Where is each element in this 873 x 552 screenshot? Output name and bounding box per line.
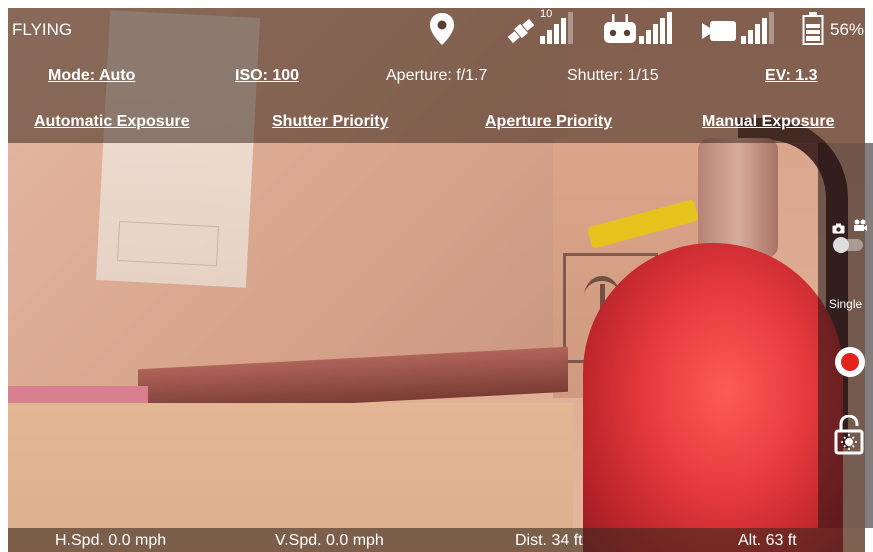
video-camera-icon	[853, 219, 868, 237]
feed-extinguisher-neck	[698, 138, 778, 258]
telemetry-bar: H.Spd. 0.0 mph V.Spd. 0.0 mph Dist. 34 f…	[8, 528, 865, 552]
remote-controller-icon[interactable]	[603, 14, 637, 49]
altitude: Alt. 63 ft	[738, 532, 797, 549]
battery-icon[interactable]	[802, 12, 824, 51]
unlock-exposure-icon[interactable]	[834, 414, 864, 460]
video-link-icon[interactable]	[701, 20, 737, 47]
mode-setting[interactable]: Mode: Auto	[48, 67, 135, 85]
exposure-settings-bar: Mode: Auto ISO: 100 Aperture: f/1.7 Shut…	[8, 53, 865, 99]
vertical-speed: V.Spd. 0.0 mph	[275, 532, 384, 549]
automatic-exposure-button[interactable]: Automatic Exposure	[34, 113, 190, 131]
exposure-mode-selector: Automatic Exposure Shutter Priority Aper…	[8, 99, 865, 143]
record-button[interactable]	[835, 347, 865, 377]
video-signal-bars	[741, 12, 774, 44]
shutter-priority-button[interactable]: Shutter Priority	[272, 113, 388, 131]
aperture-value: Aperture: f/1.7	[386, 67, 488, 84]
satellite-icon	[505, 16, 537, 51]
manual-exposure-button[interactable]: Manual Exposure	[702, 113, 834, 131]
flight-status: FLYING	[12, 20, 73, 39]
shutter-value: Shutter: 1/15	[567, 67, 659, 84]
distance: Dist. 34 ft	[515, 532, 583, 549]
shoot-mode-label[interactable]: Single	[818, 297, 873, 311]
iso-setting[interactable]: ISO: 100	[235, 67, 299, 85]
camera-control-panel: Single	[818, 143, 873, 528]
location-pin-icon[interactable]	[428, 12, 456, 51]
record-icon	[841, 353, 859, 371]
feed-extinguisher-body	[583, 243, 843, 552]
battery-percent: 56%	[830, 20, 865, 39]
photo-video-toggle[interactable]	[833, 237, 863, 253]
gps-signal-bars	[540, 12, 573, 44]
ev-setting[interactable]: EV: 1.3	[765, 67, 817, 85]
rc-signal-bars	[639, 12, 672, 44]
feed-paper-lines	[117, 221, 220, 267]
toggle-knob	[833, 237, 849, 253]
status-bar: FLYING 10 56%	[8, 8, 865, 53]
horizontal-speed: H.Spd. 0.0 mph	[55, 532, 167, 549]
aperture-priority-button[interactable]: Aperture Priority	[485, 113, 612, 131]
